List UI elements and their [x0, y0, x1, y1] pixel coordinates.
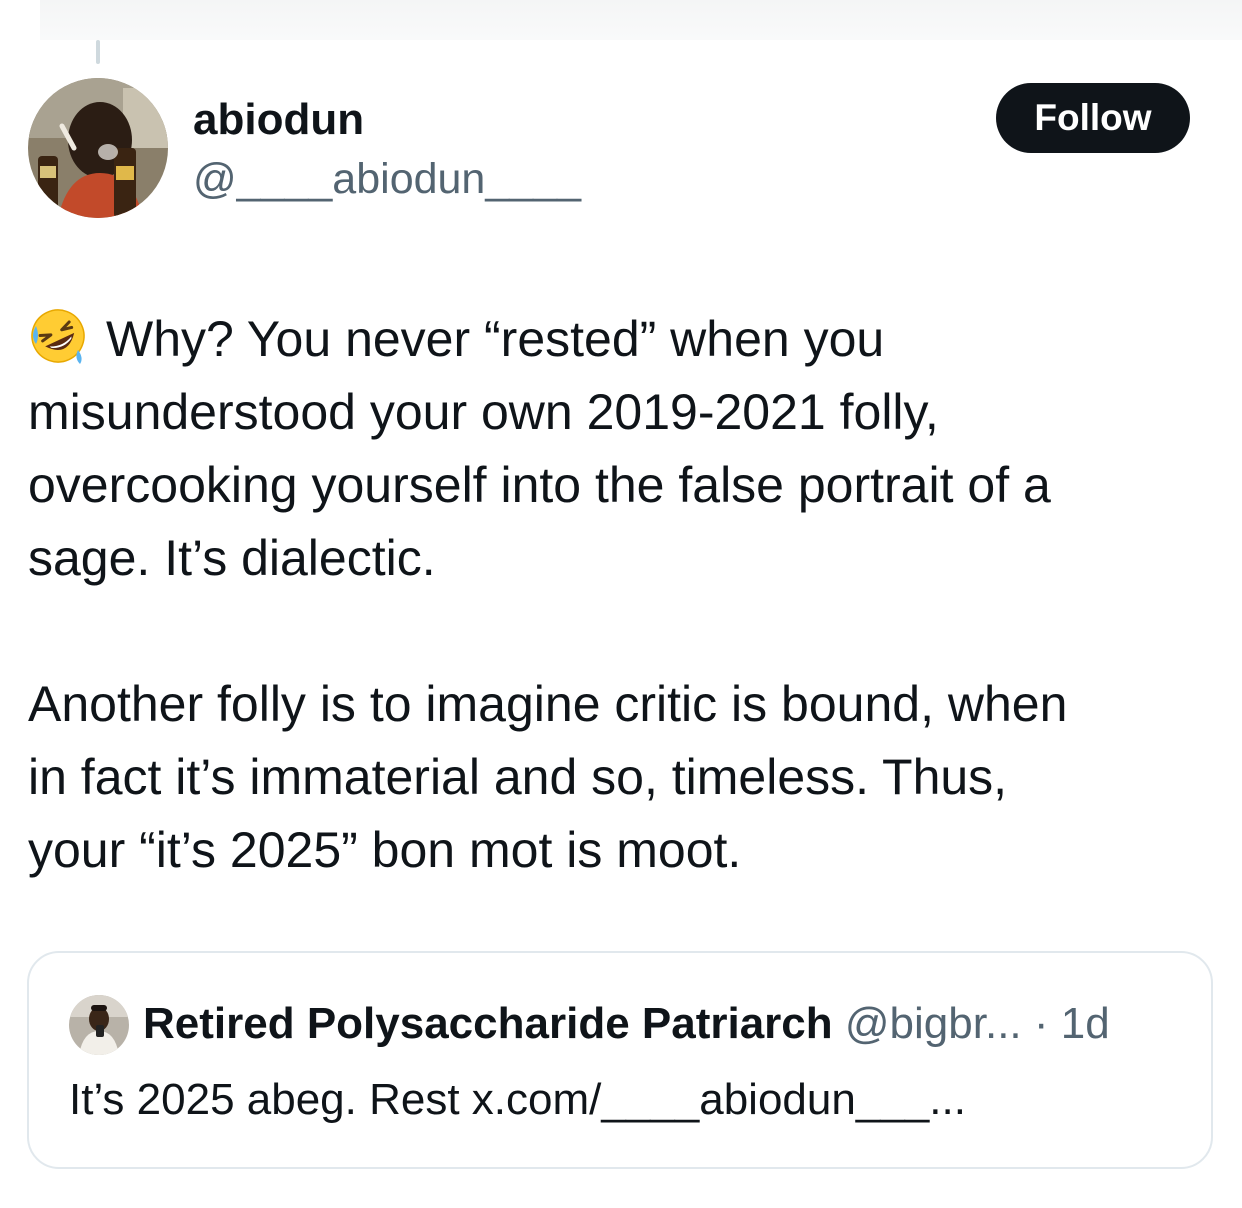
quoted-avatar-photo-icon	[69, 995, 129, 1055]
quoted-author-display-name[interactable]: Retired Polysaccharide Patriarch	[143, 999, 833, 1048]
tweet-line-7: your “it’s 2025” bon mot is moot.	[28, 822, 742, 878]
follow-button[interactable]: Follow	[996, 83, 1190, 153]
quoted-author-avatar[interactable]	[69, 995, 129, 1055]
tweet-line-2: misunderstood your own 2019-2021 folly,	[28, 384, 939, 440]
avatar-photo-icon	[28, 78, 168, 218]
author-avatar[interactable]	[28, 78, 168, 218]
previous-tweet-edge	[40, 0, 1242, 40]
thread-connector-line	[96, 40, 100, 64]
tweet-body: Why? You never “rested” when you misunde…	[28, 303, 1218, 887]
quoted-tweet-card[interactable]: Retired Polysaccharide Patriarch @bigbr.…	[27, 951, 1213, 1169]
quoted-tweet-timestamp[interactable]: 1d	[1061, 999, 1110, 1048]
tweet-line-5: Another folly is to imagine critic is bo…	[28, 676, 1068, 732]
quoted-author-handle[interactable]: @bigbr...	[845, 999, 1022, 1048]
tweet-line-3: overcooking yourself into the false port…	[28, 457, 1051, 513]
author-display-name[interactable]: abiodun	[193, 94, 364, 146]
tweet-line-1: Why? You never “rested” when you	[28, 303, 1218, 376]
header-separator: ·	[1033, 999, 1049, 1048]
tweet-line-4: sage. It’s dialectic.	[28, 530, 436, 586]
rolling-on-the-floor-laughing-icon	[28, 306, 88, 366]
quoted-tweet-text: It’s 2025 abeg. Rest x.com/____abiodun__…	[69, 1075, 966, 1124]
quoted-tweet-header: Retired Polysaccharide Patriarch @bigbr.…	[143, 997, 1110, 1051]
tweet-line-6: in fact it’s immaterial and so, timeless…	[28, 749, 1008, 805]
tweet-line-1-text: Why? You never “rested” when you	[106, 311, 885, 367]
author-handle[interactable]: @____abiodun____	[193, 153, 581, 205]
